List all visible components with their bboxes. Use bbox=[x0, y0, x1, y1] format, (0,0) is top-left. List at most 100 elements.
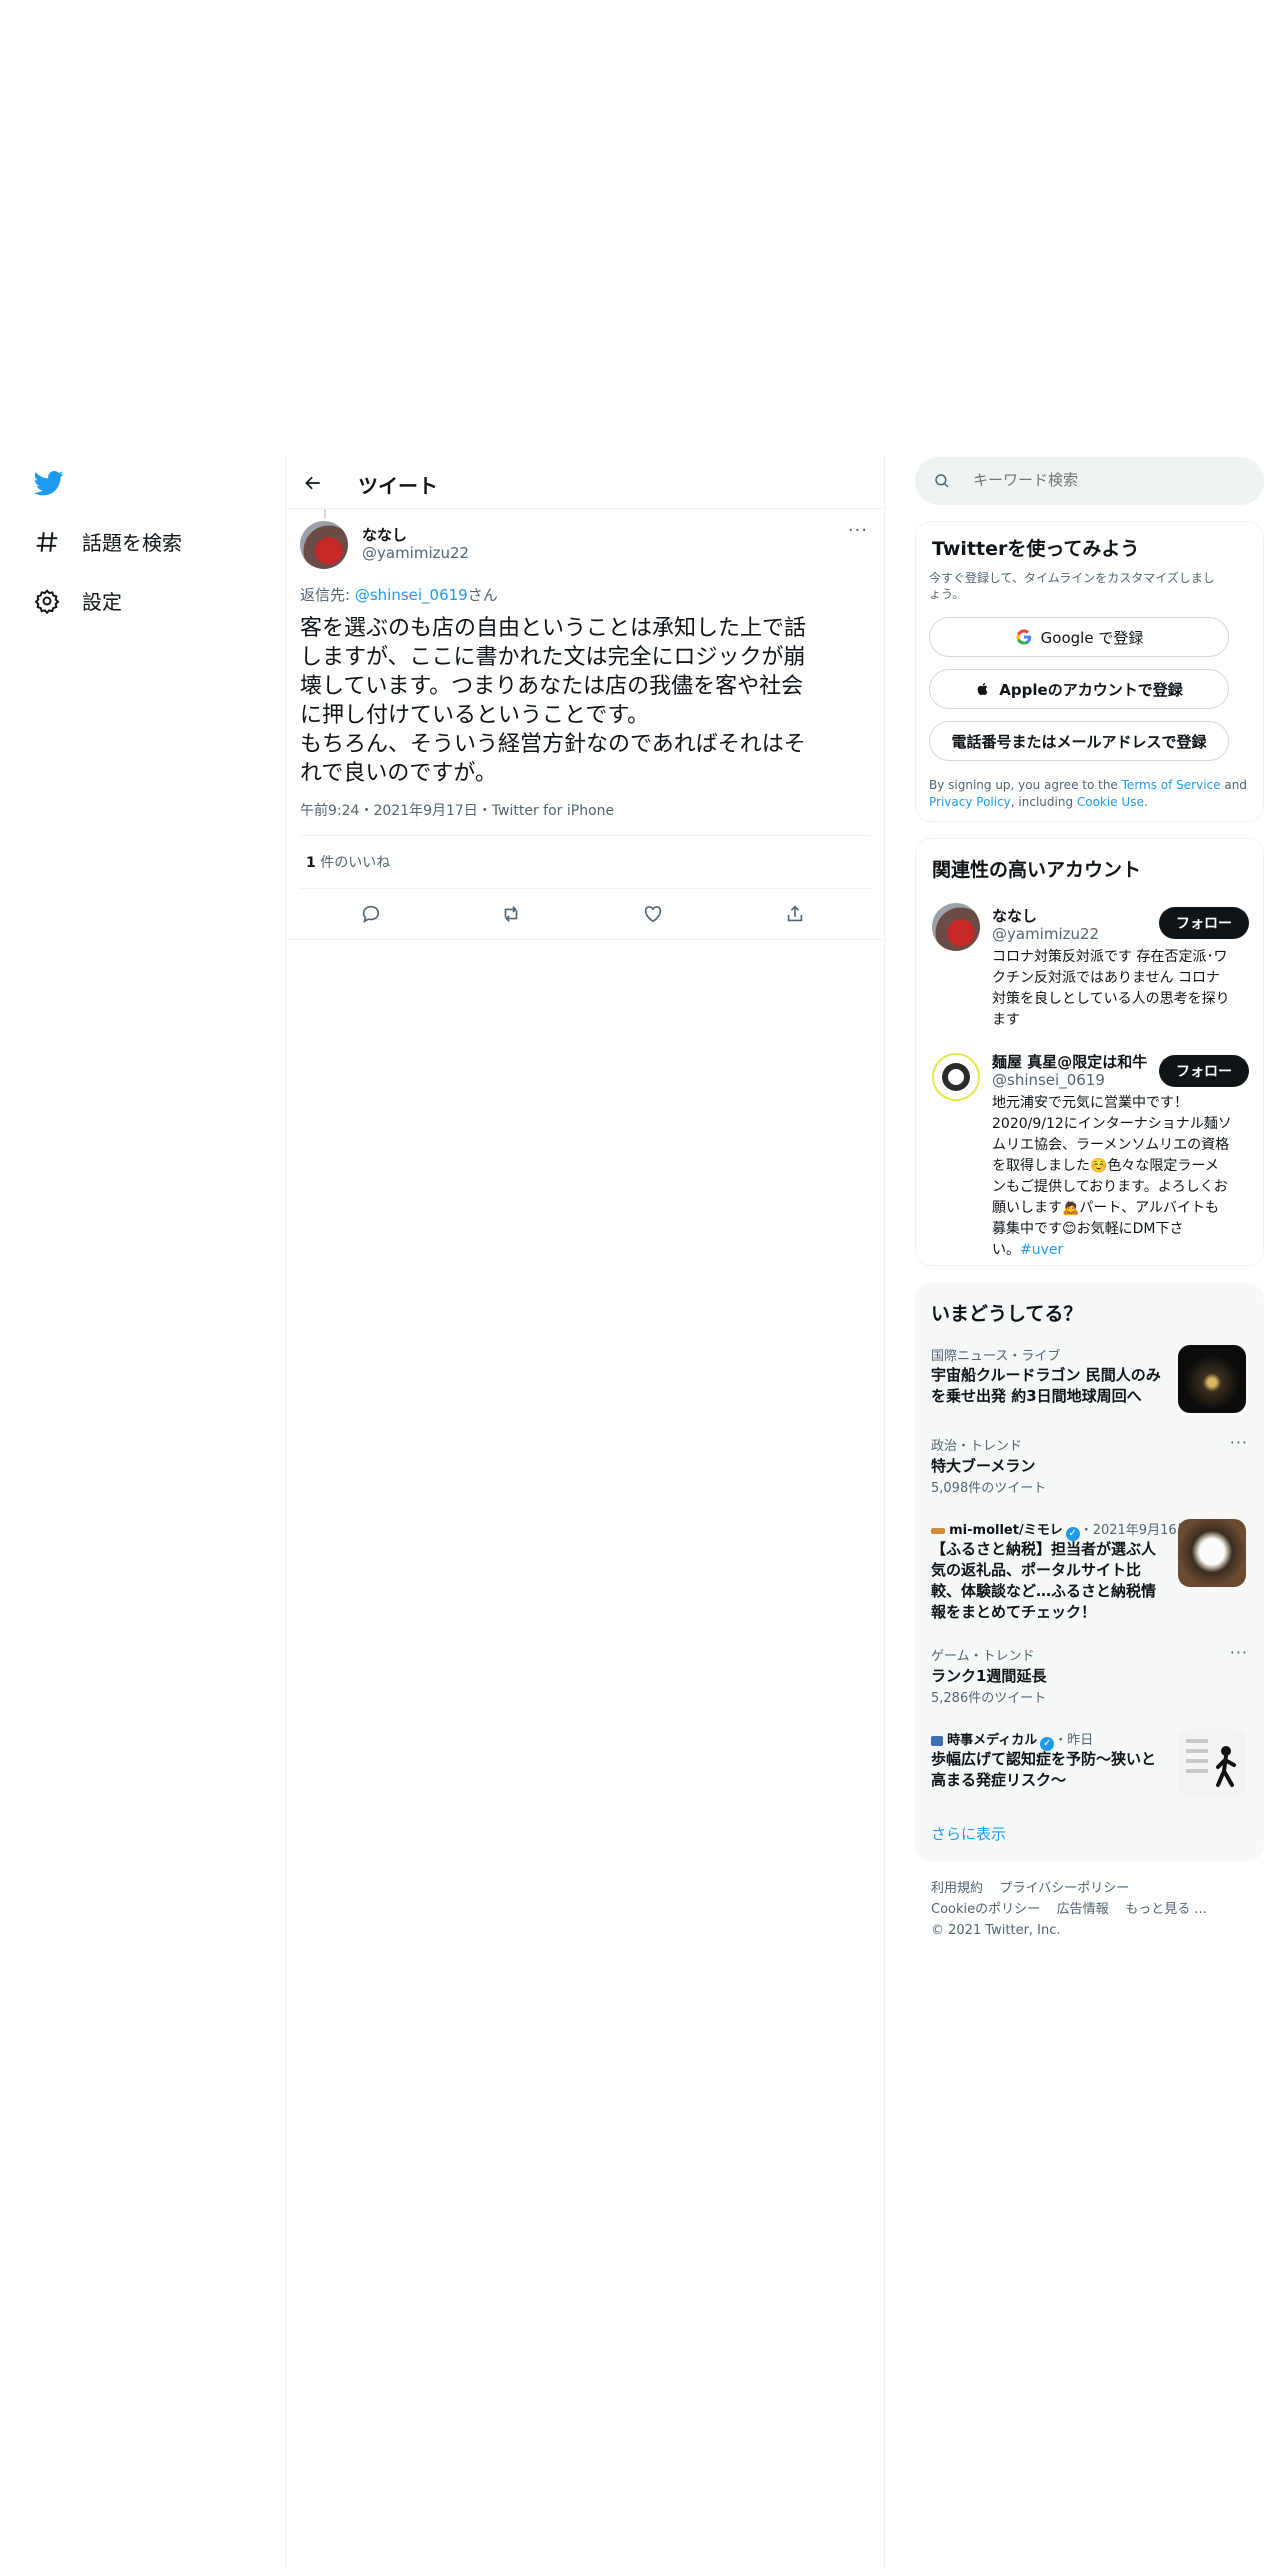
bio-line: 募集中です😊お気軽にDM下さ bbox=[992, 1221, 1184, 1237]
share-icon[interactable] bbox=[784, 903, 806, 929]
footer-link-privacy[interactable]: プライバシーポリシー bbox=[1000, 1881, 1130, 1896]
related-avatar[interactable] bbox=[932, 903, 980, 951]
trend-item[interactable]: ゲーム・トレンド ランク1週間延長 5,286件のツイート ··· bbox=[931, 1643, 1248, 1706]
trend-more-icon[interactable]: ··· bbox=[1230, 1433, 1248, 1452]
bio-line: 願いします🙇パート、アルバイトも bbox=[992, 1200, 1220, 1216]
related-bio: コロナ対策反対派です 存在否定派･ワ クチン反対派ではありません コロナ 対策を… bbox=[992, 947, 1254, 1031]
author-handle[interactable]: @yamimizu22 bbox=[362, 544, 469, 562]
news-source-logo bbox=[931, 1735, 943, 1746]
footer-link-terms[interactable]: 利用規約 bbox=[931, 1881, 983, 1896]
trend-item[interactable]: 時事メディカル ✓ ・昨日 歩幅広げて認知症を予防～狭いと 高まる発症リスク～ bbox=[931, 1729, 1248, 1799]
trend-more-icon[interactable]: ··· bbox=[1230, 1643, 1248, 1662]
related-bio: 地元浦安で元気に営業中です！ 2020/9/12にインターナショナル麺ソ ムリエ… bbox=[992, 1093, 1254, 1261]
back-arrow-icon[interactable] bbox=[298, 468, 328, 498]
bio-line: 地元浦安で元気に営業中です！ bbox=[992, 1095, 1188, 1111]
news-thumbnail bbox=[1178, 1729, 1246, 1797]
twitter-logo-icon[interactable] bbox=[33, 468, 64, 498]
news-line: 気の返礼品、ポータルサイト比 bbox=[931, 1561, 1142, 1579]
reply-to-handle[interactable]: @shinsei_0619 bbox=[355, 586, 468, 604]
like-heart-icon[interactable] bbox=[642, 903, 664, 929]
trend-context: ゲーム・トレンド bbox=[931, 1649, 1035, 1664]
signup-subtitle-line: 今すぐ登録して、タイムラインをカスタマイズしまし bbox=[929, 571, 1215, 585]
related-accounts-card: 関連性の高いアカウント ななし @yamimizu22 フォロー コロナ対策反対… bbox=[915, 838, 1264, 1266]
google-signup-button[interactable]: Google で登録 bbox=[929, 617, 1229, 657]
bio-line: 対策を良しとしている人の思考を探り bbox=[992, 991, 1230, 1007]
likes-label: 件のいいね bbox=[315, 855, 391, 871]
footer-link-ads[interactable]: 広告情報 bbox=[1057, 1902, 1109, 1917]
footer-copyright: © 2021 Twitter, Inc. bbox=[931, 1923, 1061, 1938]
tweet-body: 客を選ぶのも店の自由ということは承知した上で話 しますが、ここに書かれた文は完全… bbox=[300, 614, 870, 788]
related-name[interactable]: ななし bbox=[992, 905, 1037, 926]
bio-line: ンもご提供しております。よろしくお bbox=[992, 1179, 1228, 1195]
trend-item[interactable]: 政治・トレンド 特大ブーメラン 5,098件のツイート ··· bbox=[931, 1433, 1248, 1496]
news-source: mi-mollet/ミモレ bbox=[949, 1523, 1063, 1538]
apple-signup-label: Appleのアカウントで登録 bbox=[999, 680, 1183, 699]
trend-thumbnail bbox=[1178, 1345, 1246, 1413]
author-avatar[interactable] bbox=[300, 521, 348, 569]
tweet-line: れで良いのですが。 bbox=[300, 761, 497, 786]
main-column: ツイート ななし @yamimizu22 ··· 返信先: @shinsei_0… bbox=[285, 456, 886, 2568]
search-input[interactable] bbox=[971, 470, 1241, 490]
terms-text: By signing up, you agree to the bbox=[929, 778, 1122, 792]
trend-count: 5,098件のツイート bbox=[931, 1481, 1047, 1496]
footer-line: Cookieのポリシー 広告情報 もっと見る ... bbox=[931, 1899, 1251, 1920]
retweet-icon[interactable] bbox=[500, 903, 522, 929]
show-more-link[interactable]: さらに表示 bbox=[931, 1823, 1006, 1844]
tweet-line: もちろん、そういう経営方針なのであればそれはそ bbox=[300, 732, 806, 757]
bio-line: い。#uver bbox=[992, 1240, 1254, 1261]
privacy-policy-link[interactable]: Privacy Policy bbox=[929, 795, 1011, 809]
news-source: 時事メディカル bbox=[947, 1733, 1038, 1748]
news-source-line: 時事メディカル ✓ ・昨日 bbox=[931, 1729, 1093, 1751]
news-line: 【ふるさと納税】担当者が選ぶ人 bbox=[931, 1540, 1157, 1558]
signup-subtitle: 今すぐ登録して、タイムラインをカスタマイズしまし ょう。 bbox=[929, 570, 1215, 602]
trend-item[interactable]: 国際ニュース・ライブ 宇宙船クルードラゴン 民間人のみ を乗せ出発 約3日間地球… bbox=[931, 1345, 1248, 1425]
related-handle[interactable]: @shinsei_0619 bbox=[992, 1071, 1105, 1089]
likes-count: 1 bbox=[306, 855, 316, 871]
divider bbox=[286, 939, 886, 940]
follow-button[interactable]: フォロー bbox=[1159, 907, 1249, 939]
tweet-line: しますが、ここに書かれた文は完全にロジックが崩 bbox=[300, 645, 806, 670]
footer-link-cookie[interactable]: Cookieのポリシー bbox=[931, 1902, 1040, 1917]
apple-icon bbox=[977, 682, 988, 696]
tweet-line: 客を選ぶのも店の自由ということは承知した上で話 bbox=[300, 616, 807, 641]
related-handle[interactable]: @yamimizu22 bbox=[992, 925, 1099, 943]
tweet-meta[interactable]: 午前9:24・2021年9月17日・Twitter for iPhone bbox=[300, 800, 614, 820]
tweet-line: に押し付けているということです。 bbox=[300, 703, 650, 728]
news-line: 歩幅広げて認知症を予防～狭いと bbox=[931, 1750, 1157, 1768]
reply-icon[interactable] bbox=[360, 903, 382, 929]
follow-button[interactable]: フォロー bbox=[1159, 1055, 1249, 1087]
apple-signup-button[interactable]: Appleのアカウントで登録 bbox=[929, 669, 1229, 709]
terms-of-service-link[interactable]: Terms of Service bbox=[1122, 778, 1221, 792]
footer-more-link[interactable]: もっと見る ... bbox=[1125, 1902, 1207, 1917]
likes-stat[interactable]: 1 件のいいね bbox=[306, 852, 390, 872]
search-bar[interactable] bbox=[915, 457, 1264, 505]
related-name[interactable]: 麺屋 真星@限定は和牛 bbox=[992, 1051, 1147, 1072]
tweet-header: ツイート bbox=[286, 456, 886, 509]
related-title: 関連性の高いアカウント bbox=[932, 859, 1142, 881]
divider bbox=[300, 835, 870, 836]
news-line: 高まる発症リスク～ bbox=[931, 1771, 1067, 1789]
related-avatar[interactable] bbox=[932, 1053, 980, 1101]
signup-title: Twitterを使ってみよう bbox=[932, 538, 1140, 560]
bio-text: い。 bbox=[992, 1242, 1020, 1258]
nav-settings[interactable]: 設定 bbox=[34, 586, 122, 615]
hashtag-link[interactable]: #uver bbox=[1020, 1242, 1063, 1258]
author-name[interactable]: ななし bbox=[362, 524, 407, 545]
news-date: ・昨日 bbox=[1054, 1733, 1094, 1748]
cookie-use-link[interactable]: Cookie Use bbox=[1077, 795, 1144, 809]
bio-line: を取得しました☺️色々な限定ラーメ bbox=[992, 1158, 1219, 1174]
bio-line: クチン反対派ではありません コロナ bbox=[992, 970, 1221, 986]
reply-prefix: 返信先: bbox=[300, 586, 355, 604]
news-source-line: mi-mollet/ミモレ ✓ ・2021年9月16日 bbox=[931, 1519, 1190, 1541]
hashtag-icon bbox=[36, 531, 58, 552]
nav-explore[interactable]: 話題を検索 bbox=[34, 527, 182, 556]
news-headline: 【ふるさと納税】担当者が選ぶ人 気の返礼品、ポータルサイト比 較、体験談など…ふ… bbox=[931, 1539, 1163, 1623]
gear-icon bbox=[34, 588, 60, 614]
more-options-icon[interactable]: ··· bbox=[848, 520, 868, 541]
bio-line: ムリエ協会、ラーメンソムリエの資格 bbox=[992, 1137, 1230, 1153]
trend-context: 国際ニュース・ライブ bbox=[931, 1349, 1061, 1364]
trend-item[interactable]: mi-mollet/ミモレ ✓ ・2021年9月16日 【ふるさと納税】担当者が選ぶ… bbox=[931, 1519, 1248, 1629]
email-signup-button[interactable]: 電話番号またはメールアドレスで登録 bbox=[929, 721, 1229, 761]
news-source-logo bbox=[931, 1527, 945, 1534]
trend-title: 特大ブーメラン bbox=[931, 1457, 1036, 1475]
